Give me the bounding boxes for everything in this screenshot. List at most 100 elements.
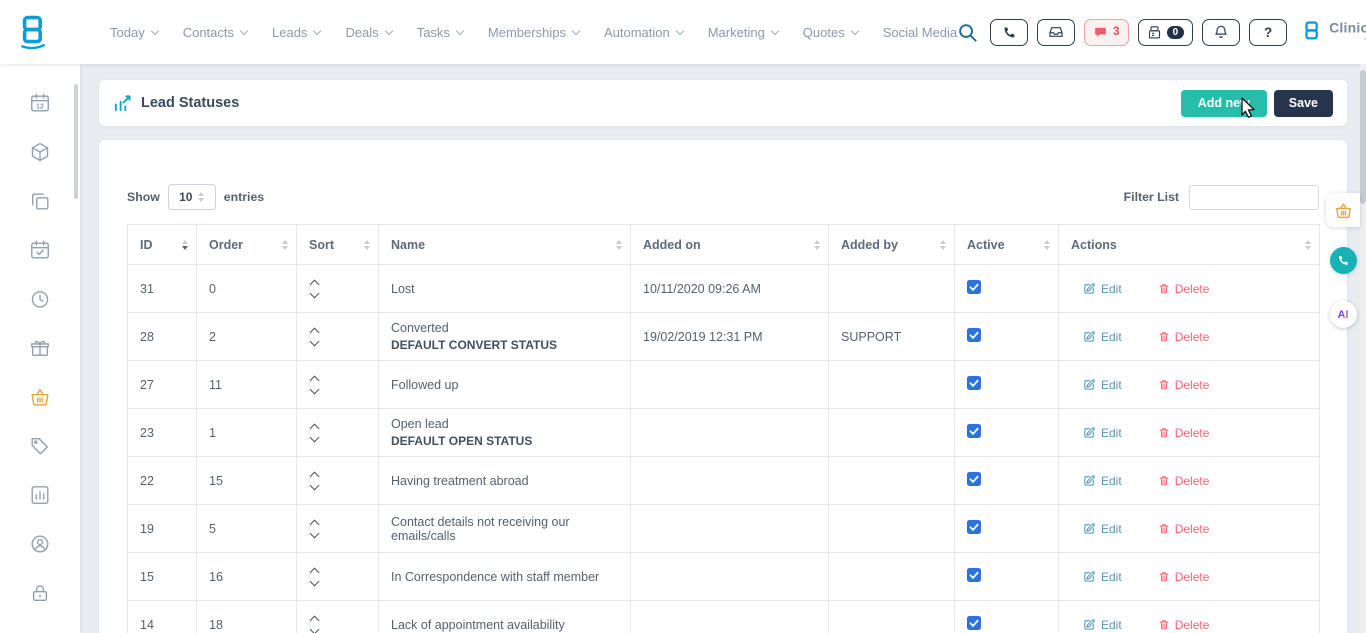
cell-added-on [631,409,829,457]
edit-icon [1083,426,1096,439]
delete-link[interactable]: Delete [1158,282,1210,296]
sidebar-item-templates[interactable] [0,176,80,225]
column-header-order[interactable]: Order [197,225,297,265]
move-up-button[interactable] [310,279,320,289]
delete-link[interactable]: Delete [1158,474,1210,488]
cell-active [955,601,1059,633]
move-down-button[interactable] [310,336,320,346]
sidebar-item-support[interactable] [0,519,80,568]
edit-link[interactable]: Edit [1083,330,1122,344]
nav-item-marketing[interactable]: Marketing [708,25,778,40]
active-checkbox[interactable] [967,616,981,630]
filter-input[interactable] [1189,185,1319,210]
column-header-added-on[interactable]: Added on [631,225,829,265]
delete-link[interactable]: Delete [1158,618,1210,632]
edit-link[interactable]: Edit [1083,426,1122,440]
delete-link[interactable]: Delete [1158,570,1210,584]
brand-logo[interactable]: ClinicSoftware.com TEN STEPS AHEAD [1301,19,1366,45]
nav-item-leads[interactable]: Leads [272,25,320,40]
active-checkbox[interactable] [967,568,981,582]
page-scrollbar-thumb[interactable] [1360,70,1366,204]
sidebar-scrollbar-thumb[interactable] [74,84,78,199]
column-header-id[interactable]: ID [128,225,197,265]
sidebar-item-security[interactable] [0,568,80,617]
nav-item-quotes[interactable]: Quotes [803,25,858,40]
pos-button[interactable]: 0 [1138,19,1194,46]
table-row: 282ConvertedDEFAULT CONVERT STATUS19/02/… [128,313,1320,361]
sidebar-item-shop[interactable] [0,372,80,421]
active-checkbox[interactable] [967,376,981,390]
search-icon[interactable] [957,22,978,43]
calendar-check-icon [29,239,51,261]
nav-item-automation[interactable]: Automation [604,25,683,40]
move-up-button[interactable] [310,375,320,385]
cart-widget-button[interactable] [1326,193,1360,227]
nav-item-tasks[interactable]: Tasks [417,25,463,40]
sidebar-item-bookings[interactable] [0,225,80,274]
active-checkbox[interactable] [967,424,981,438]
delete-link[interactable]: Delete [1158,522,1210,536]
cell-order: 18 [197,601,297,633]
clinicsoftware-logo-icon [16,14,50,50]
delete-link[interactable]: Delete [1158,426,1210,440]
nav-item-contacts[interactable]: Contacts [183,25,247,40]
move-down-button[interactable] [310,384,320,394]
lead-statuses-icon [113,94,132,113]
edit-link[interactable]: Edit [1083,618,1122,632]
column-header-sort[interactable]: Sort [297,225,379,265]
move-down-button[interactable] [310,480,320,490]
edit-link[interactable]: Edit [1083,522,1122,536]
move-up-button[interactable] [310,471,320,481]
page-scrollbar[interactable] [1360,64,1366,633]
delete-link[interactable]: Delete [1158,330,1210,344]
column-header-active[interactable]: Active [955,225,1059,265]
move-down-button[interactable] [310,528,320,538]
column-header-name[interactable]: Name [379,225,631,265]
move-down-button[interactable] [310,624,320,633]
column-header-added-by[interactable]: Added by [829,225,955,265]
cell-id: 15 [128,553,197,601]
active-checkbox[interactable] [967,328,981,342]
sidebar-item-calendar[interactable]: 12 [0,78,80,127]
chat-button[interactable]: 3 [1084,19,1128,46]
move-down-button[interactable] [310,288,320,298]
sidebar-item-rewards[interactable] [0,323,80,372]
move-down-button[interactable] [310,432,320,442]
active-checkbox[interactable] [967,280,981,294]
phone-button[interactable] [990,19,1028,46]
status-default-label: DEFAULT OPEN STATUS [391,434,618,448]
move-up-button[interactable] [310,327,320,337]
nav-item-deals[interactable]: Deals [345,25,391,40]
help-button[interactable]: ? [1249,19,1287,46]
sidebar-item-products[interactable] [0,127,80,176]
add-new-button[interactable]: Add new [1181,90,1267,117]
move-up-button[interactable] [310,423,320,433]
move-up-button[interactable] [310,615,320,625]
active-checkbox[interactable] [967,520,981,534]
edit-icon [1083,282,1096,295]
notifications-button[interactable] [1202,19,1240,46]
sidebar-item-pricing[interactable] [0,421,80,470]
cell-order: 1 [197,409,297,457]
move-up-button[interactable] [310,567,320,577]
nav-item-social-media[interactable]: Social Media [883,25,957,40]
sidebar-item-history[interactable] [0,274,80,323]
inbox-button[interactable] [1037,19,1075,46]
move-down-button[interactable] [310,576,320,586]
call-widget-button[interactable] [1330,247,1357,274]
edit-link[interactable]: Edit [1083,282,1122,296]
active-checkbox[interactable] [967,472,981,486]
app-logo[interactable] [16,14,50,50]
column-header-actions[interactable]: Actions [1059,225,1320,265]
move-up-button[interactable] [310,519,320,529]
edit-link[interactable]: Edit [1083,474,1122,488]
ai-assistant-button[interactable]: AI [1330,301,1357,328]
edit-link[interactable]: Edit [1083,570,1122,584]
save-button[interactable]: Save [1274,90,1333,117]
sidebar-item-reports[interactable] [0,470,80,519]
nav-item-memberships[interactable]: Memberships [488,25,579,40]
nav-item-today[interactable]: Today [110,25,158,40]
entries-select[interactable]: 10 [168,184,216,210]
edit-link[interactable]: Edit [1083,378,1122,392]
delete-link[interactable]: Delete [1158,378,1210,392]
